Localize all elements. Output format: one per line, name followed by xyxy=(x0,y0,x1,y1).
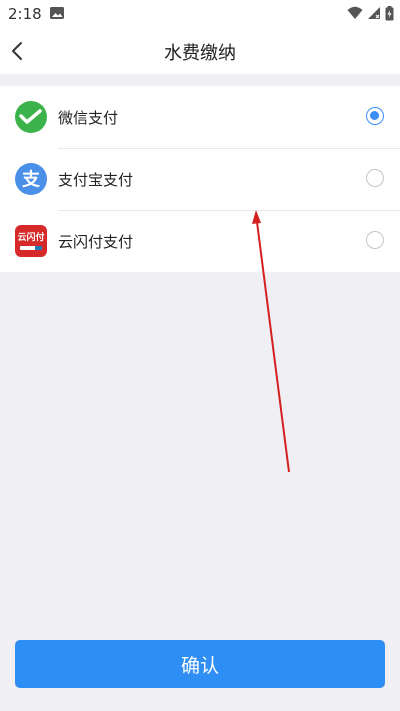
payment-option-label: 支付宝支付 xyxy=(58,171,134,189)
svg-text:云闪付: 云闪付 xyxy=(17,231,44,243)
nav-bar: 水费缴纳 xyxy=(0,28,400,74)
payment-option-label: 微信支付 xyxy=(58,109,119,127)
page-title: 水费缴纳 xyxy=(164,43,236,64)
confirm-button[interactable]: 确认 xyxy=(15,640,385,688)
wifi-icon xyxy=(347,6,363,19)
status-bar: 2:18 xyxy=(0,0,400,28)
payment-option-unionpay[interactable]: 云闪付 云闪付支付 xyxy=(0,210,400,272)
svg-text:支: 支 xyxy=(21,169,41,191)
battery-icon xyxy=(385,5,394,20)
radio-alipay[interactable] xyxy=(366,169,384,187)
status-time: 2:18 xyxy=(8,5,42,23)
image-icon xyxy=(50,7,64,19)
alipay-icon: 支 xyxy=(15,163,47,195)
status-icons xyxy=(347,5,394,21)
radio-unionpay[interactable] xyxy=(366,231,384,249)
payment-option-label: 云闪付支付 xyxy=(58,233,134,251)
payment-option-wechat[interactable]: 微信支付 xyxy=(0,86,400,148)
payment-option-alipay[interactable]: 支 支付宝支付 xyxy=(0,148,400,210)
unionpay-quickpass-icon: 云闪付 xyxy=(15,225,47,257)
wechat-pay-icon xyxy=(15,101,47,133)
payment-method-list: 微信支付 支 支付宝支付 云闪付 云闪付支付 xyxy=(0,86,400,272)
signal-icon xyxy=(368,7,380,19)
radio-wechat[interactable] xyxy=(366,107,384,125)
